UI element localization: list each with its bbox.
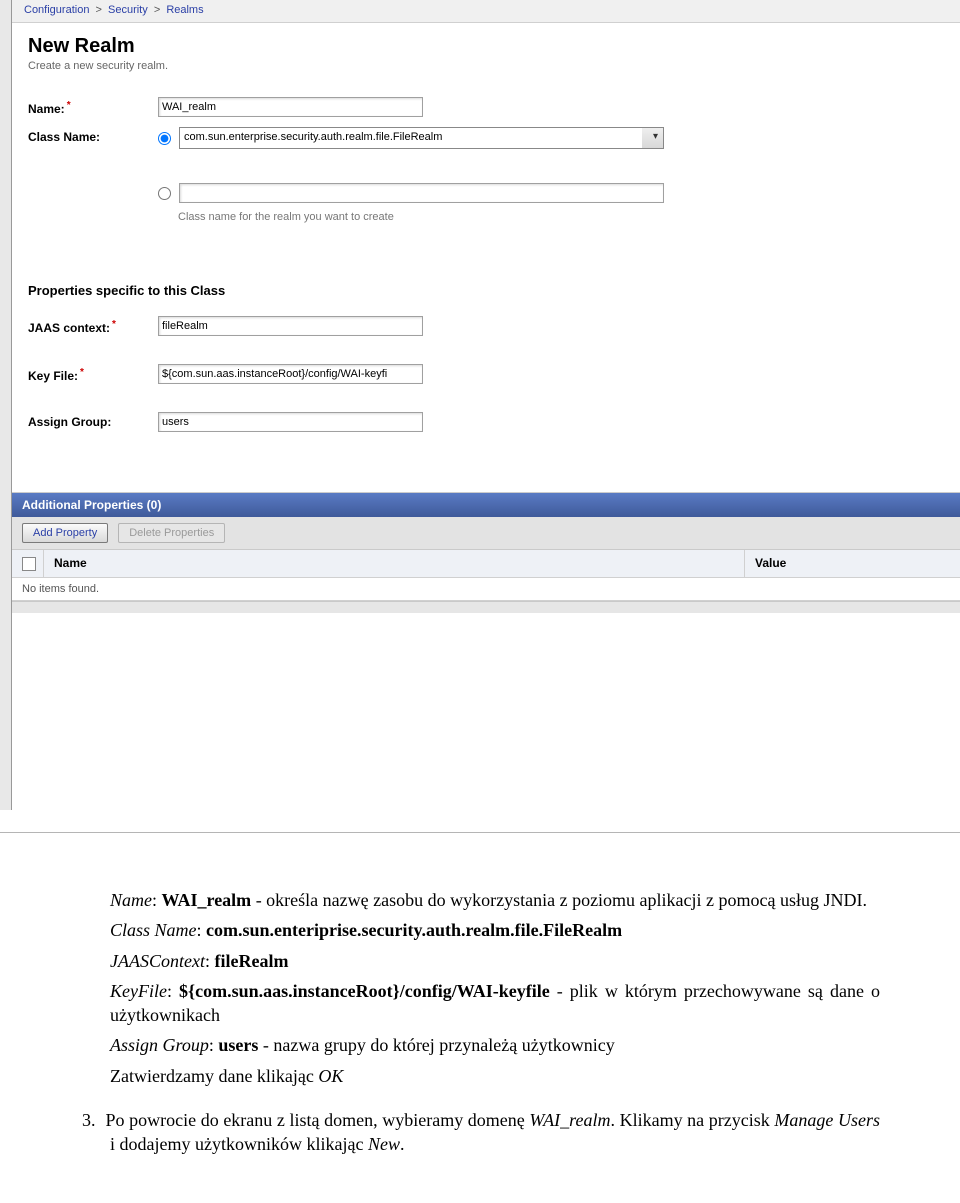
panel-bottom-border	[12, 601, 960, 613]
column-header-name: Name	[44, 550, 745, 577]
class-name-help: Class name for the realm you want to cre…	[178, 211, 944, 223]
name-input[interactable]	[158, 97, 423, 117]
class-name-radio-text[interactable]	[158, 187, 171, 200]
assign-group-label: Assign Group:	[28, 412, 158, 429]
breadcrumb-sep: >	[154, 4, 160, 16]
name-label: Name:*	[28, 97, 158, 116]
breadcrumb-security[interactable]: Security	[108, 4, 148, 16]
add-property-button[interactable]: Add Property	[22, 523, 108, 543]
column-header-value: Value	[745, 550, 960, 577]
key-file-input[interactable]	[158, 364, 423, 384]
delete-properties-button[interactable]: Delete Properties	[118, 523, 225, 543]
select-all-checkbox[interactable]	[22, 557, 36, 571]
left-sidebar-edge	[0, 0, 12, 810]
jaas-context-label: JAAS context:*	[28, 316, 158, 335]
page-title: New Realm	[28, 35, 944, 58]
breadcrumb-sep: >	[96, 4, 102, 16]
breadcrumb-configuration[interactable]: Configuration	[24, 4, 89, 16]
class-name-radio-select[interactable]	[158, 132, 171, 145]
page-subtitle: Create a new security realm.	[28, 60, 944, 72]
class-name-label: Class Name:	[28, 127, 158, 144]
breadcrumb-realms[interactable]: Realms	[166, 4, 203, 16]
properties-section-heading: Properties specific to this Class	[28, 283, 944, 298]
document-text-section: Name: WAI_realm - określa nazwę zasobu d…	[0, 833, 960, 1203]
jaas-context-input[interactable]	[158, 316, 423, 336]
breadcrumb: Configuration > Security > Realms	[12, 0, 960, 23]
class-name-text-input[interactable]	[179, 183, 664, 203]
key-file-label: Key File:*	[28, 364, 158, 383]
class-name-select[interactable]	[179, 127, 664, 149]
table-empty-message: No items found.	[12, 578, 960, 601]
select-all-checkbox-cell	[12, 550, 44, 577]
assign-group-input[interactable]	[158, 412, 423, 432]
additional-properties-header: Additional Properties (0)	[12, 493, 960, 517]
